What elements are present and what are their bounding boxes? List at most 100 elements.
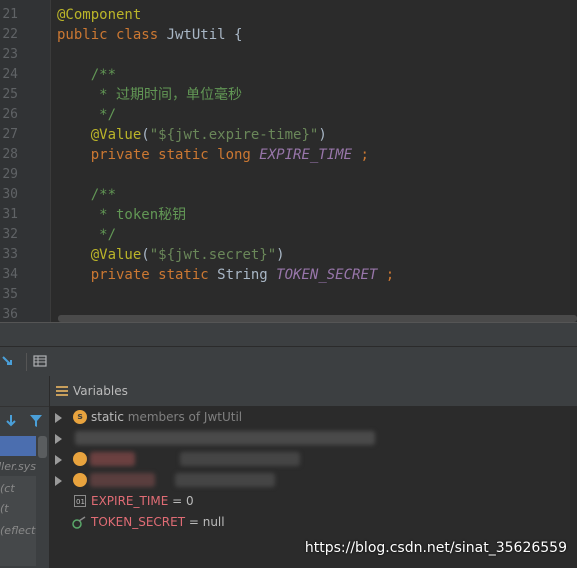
- code-token: @Component: [57, 7, 142, 23]
- line-number: 25: [2, 87, 18, 102]
- code-text: private static String TOKEN_SECRET ;: [57, 265, 394, 285]
- code-token: */: [57, 227, 117, 243]
- code-text: /**: [57, 185, 116, 205]
- debug-panel-splitter[interactable]: [0, 322, 577, 346]
- selected-frame[interactable]: [0, 436, 36, 456]
- line-number: 31: [2, 207, 18, 222]
- redacted-variable-row[interactable]: [50, 449, 577, 470]
- code-line[interactable]: 24 /**: [0, 65, 577, 85]
- code-line[interactable]: 22 public class JwtUtil {: [0, 25, 577, 45]
- code-line[interactable]: 28 private static long EXPIRE_TIME ;: [0, 145, 577, 165]
- frames-header: [0, 376, 49, 427]
- evaluate-table-icon[interactable]: [33, 354, 47, 368]
- code-line[interactable]: 26 */: [0, 105, 577, 125]
- variables-icon: [56, 386, 68, 396]
- expand-arrow-icon[interactable]: [55, 476, 62, 486]
- frame-item[interactable]: ct): [0, 482, 36, 495]
- code-token: private static: [57, 267, 218, 283]
- code-line[interactable]: 27 @Value("${jwt.expire-time}"): [0, 125, 577, 145]
- code-line[interactable]: 32 */: [0, 225, 577, 245]
- code-line[interactable]: 23: [0, 45, 577, 65]
- variable-token-secret[interactable]: TOKEN_SECRET = null: [50, 512, 577, 533]
- code-token: /**: [57, 187, 117, 203]
- code-line[interactable]: 34 private static String TOKEN_SECRET ;: [0, 265, 577, 285]
- arrow-down-icon[interactable]: [5, 414, 17, 428]
- code-text: * token秘钥: [57, 205, 186, 225]
- redacted-content: [75, 431, 375, 445]
- code-token: ): [318, 127, 327, 143]
- frames-scrollbar[interactable]: [38, 436, 47, 458]
- frame-item[interactable]: t): [0, 502, 36, 515]
- redacted-content: [175, 473, 275, 487]
- code-editor[interactable]: 21 @Component 22 public class JwtUtil { 23 24…: [0, 0, 577, 322]
- redacted-content: [90, 452, 135, 466]
- code-line[interactable]: 29: [0, 165, 577, 185]
- line-number: 32: [2, 227, 18, 242]
- toolbar-separator: [26, 353, 27, 371]
- frame-item[interactable]: ller.sys: [0, 460, 36, 473]
- horizontal-scrollbar[interactable]: [58, 315, 577, 322]
- code-token: @Value: [57, 247, 142, 263]
- redacted-content: [180, 452, 300, 466]
- svg-text:01: 01: [76, 498, 85, 506]
- expand-arrow-icon[interactable]: [55, 455, 62, 465]
- variables-title: Variables: [73, 384, 128, 398]
- equals-sign: =: [185, 515, 203, 529]
- redacted-content: [90, 473, 155, 487]
- code-token: "${jwt.secret}": [149, 247, 277, 263]
- static-members-label: members of JwtUtil: [123, 410, 243, 424]
- code-text: /**: [57, 65, 116, 85]
- code-line[interactable]: 21 @Component: [0, 5, 577, 25]
- redacted-variable-row[interactable]: [50, 428, 577, 449]
- code-token: ): [276, 247, 285, 263]
- frame-item[interactable]: eflect): [0, 524, 36, 537]
- line-number: 33: [2, 247, 18, 262]
- static-badge-icon: s: [73, 410, 87, 424]
- code-line[interactable]: 25 * 过期时间，单位毫秒: [0, 85, 577, 105]
- primitive-field-icon: 01: [74, 495, 86, 507]
- frames-panel: ller.sys ct) t) eflect): [0, 376, 50, 568]
- static-members-row[interactable]: s static members of JwtUtil: [50, 407, 577, 428]
- code-token: /**: [57, 67, 117, 83]
- code-text: @Value("${jwt.secret}"): [57, 245, 285, 265]
- filter-icon[interactable]: [29, 414, 43, 428]
- redacted-variable-row[interactable]: [50, 470, 577, 491]
- watermark: https://blog.csdn.net/sinat_35626559: [304, 540, 567, 556]
- line-number: 23: [2, 47, 18, 62]
- code-text: * 过期时间，单位毫秒: [57, 85, 242, 105]
- expand-arrow-icon[interactable]: [55, 434, 62, 444]
- code-token: ;: [352, 147, 369, 163]
- code-line[interactable]: 35: [0, 285, 577, 305]
- variable-expire-time[interactable]: 01 EXPIRE_TIME = 0: [50, 491, 577, 512]
- line-number: 24: [2, 67, 18, 82]
- code-token: JwtUtil {: [166, 27, 243, 43]
- line-number: 29: [2, 167, 18, 182]
- code-token: EXPIRE_TIME: [259, 147, 353, 163]
- code-text: public class JwtUtil {: [57, 25, 242, 45]
- static-keyword: static: [91, 410, 124, 424]
- code-text: */: [57, 225, 116, 245]
- field-badge-icon: [73, 473, 87, 487]
- code-token: "${jwt.expire-time}": [149, 127, 319, 143]
- code-token: public class: [57, 27, 167, 43]
- line-number: 27: [2, 127, 18, 142]
- line-number: 30: [2, 187, 18, 202]
- null-field-icon: [72, 516, 86, 529]
- line-number: 22: [2, 27, 18, 42]
- code-token: @Value: [57, 127, 142, 143]
- variable-name: EXPIRE_TIME: [91, 494, 169, 508]
- code-text: private static long EXPIRE_TIME ;: [57, 145, 369, 165]
- code-text: @Component: [57, 5, 141, 25]
- code-token: * token秘钥: [57, 207, 187, 223]
- variable-value: null: [202, 515, 225, 529]
- code-line[interactable]: 33 @Value("${jwt.secret}"): [0, 245, 577, 265]
- code-token: private static long: [57, 147, 260, 163]
- code-line[interactable]: 30 /**: [0, 185, 577, 205]
- code-text: @Value("${jwt.expire-time}"): [57, 125, 327, 145]
- step-into-icon[interactable]: [2, 354, 16, 368]
- code-line[interactable]: 31 * token秘钥: [0, 205, 577, 225]
- expand-arrow-icon[interactable]: [55, 413, 62, 423]
- debug-toolbar: [0, 346, 577, 377]
- code-token: * 过期时间，单位毫秒: [57, 87, 243, 103]
- code-token: (: [141, 247, 150, 263]
